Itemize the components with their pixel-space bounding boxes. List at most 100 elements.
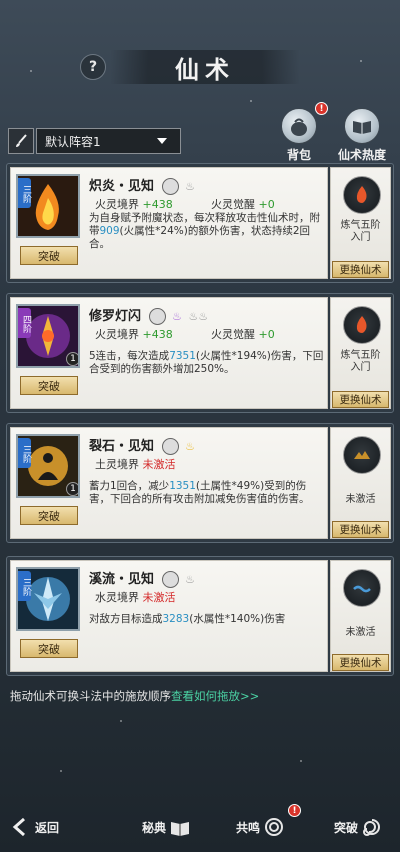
desc-number: 909: [99, 225, 120, 237]
desc-text: 5连击，每次造成: [89, 350, 170, 362]
skill-card[interactable]: 四阶 1 突破 修罗灯闪 ♨ ♨♨ 火灵境界 +438 火灵觉醒 +0 5连击，…: [6, 293, 394, 413]
skill-card[interactable]: 三阶 突破 溪流・见知 ♨ 水灵境界 未激活 对敌方目标造成3283(水属性*1…: [6, 556, 394, 676]
realm-label: 水灵境界: [95, 591, 139, 604]
skill-card-side: 炼气五阶 入门 更换仙术: [330, 297, 391, 409]
skill-card-side: 未激活 更换仙术: [330, 560, 391, 672]
change-skill-button[interactable]: 更换仙术: [332, 654, 389, 671]
fire-element-icon: [343, 176, 381, 214]
yellow-flame-icon: ♨: [185, 440, 195, 453]
skill-name: 溪流・见知 ♨: [89, 568, 195, 588]
grade-tab: 三阶: [18, 571, 31, 601]
book-icon: [171, 822, 190, 836]
realm-value: 未激活: [142, 591, 176, 604]
resonance-label: 共鸣: [236, 820, 261, 835]
sparkle: [120, 720, 122, 722]
skill-name-text: 裂石・见知: [89, 439, 155, 454]
element-status: 炼气五阶 入门: [340, 350, 381, 373]
backpack-badge: !: [315, 102, 328, 115]
swirl-icon: [265, 818, 284, 836]
header: ? 仙术: [0, 40, 400, 90]
skill-name-text: 炽炎・见知: [89, 179, 155, 194]
desc-text: (水属性*140%)伤害: [189, 613, 286, 625]
desc-number: 3283: [162, 613, 190, 625]
realm-stat: 火灵境界 +438: [95, 326, 173, 342]
realm-value: 未激活: [142, 458, 176, 471]
awaken-stat: 火灵觉醒 +0: [211, 326, 275, 342]
backpack-label: 背包: [286, 148, 311, 162]
secret-book-label: 秘典: [142, 820, 167, 835]
sparkle: [250, 100, 252, 102]
seal-icon: [148, 308, 166, 325]
change-skill-button[interactable]: 更换仙术: [332, 521, 389, 538]
drag-hint: 拖动仙术可换斗法中的施放顺序查看如何拖放>>: [10, 688, 259, 704]
secret-book-button[interactable]: 秘典: [142, 816, 191, 838]
seal-icon: [161, 571, 179, 588]
awaken-label: 火灵觉醒: [211, 198, 255, 211]
brush-edit-button[interactable]: [8, 128, 34, 154]
seal-icon: [161, 178, 179, 195]
skill-description: 蓄力1回合，减少1351(土属性*49%)受到的伤害，下回合的所有攻击附加减免伤…: [89, 480, 324, 506]
realm-value: +438: [142, 198, 173, 211]
earth-element-icon: [343, 436, 381, 474]
desc-number: 7351: [169, 350, 196, 362]
title-banner: 仙术: [110, 50, 300, 84]
breakthrough-nav-button[interactable]: 突破: [334, 816, 383, 838]
water-element-icon: [343, 569, 381, 607]
skill-card[interactable]: 三阶 1 突破 裂石・见知 ♨ 土灵境界 未激活 蓄力1回合，减少1351(土属…: [6, 423, 394, 543]
skill-name: 炽炎・见知 ♨: [89, 175, 195, 195]
realm-label: 火灵境界: [95, 198, 139, 211]
skill-card-side: 未激活 更换仙术: [330, 427, 391, 539]
awaken-stat: 火灵觉醒 +0: [211, 196, 275, 212]
skill-description: 为自身赋予附魔状态，每次释放攻击性仙术时，附带909(火属性*24%)的额外伤害…: [89, 212, 324, 251]
skill-card-main: 三阶 突破 炽炎・见知 ♨ 火灵境界 +438 火灵觉醒 +0 为自身赋予附魔状…: [10, 167, 328, 279]
backpack-icon: [281, 108, 317, 144]
grade-tab: 三阶: [18, 178, 31, 208]
desc-text: 蓄力1回合，减少: [89, 480, 170, 492]
breakthrough-nav-label: 突破: [334, 820, 359, 835]
awaken-value: +0: [258, 328, 275, 341]
count-badge: 1: [66, 482, 78, 496]
sparkle: [60, 770, 62, 772]
skill-icon-box: 三阶 1: [16, 434, 80, 498]
realm-label: 火灵境界: [95, 328, 139, 341]
how-to-drag-link[interactable]: 查看如何拖放>>: [171, 689, 259, 703]
sparkle: [300, 760, 302, 762]
lineup-select[interactable]: 默认阵容1: [36, 128, 181, 154]
breakthrough-button[interactable]: 突破: [20, 506, 78, 525]
skill-popularity-button[interactable]: 仙术热度: [336, 108, 388, 163]
page-title: 仙术: [175, 54, 235, 84]
spiral-icon: [363, 819, 381, 836]
realm-stat: 土灵境界 未激活: [95, 456, 176, 472]
flame-small-icon: ♨: [185, 180, 195, 193]
flame-small-icon: ♨♨: [188, 310, 209, 323]
purple-flame-icon: ♨: [172, 310, 182, 323]
desc-text: 对敌方目标造成: [89, 613, 163, 625]
desc-number: 1351: [169, 480, 196, 492]
element-status: 炼气五阶 入门: [340, 220, 381, 243]
skill-popularity-label: 仙术热度: [337, 148, 386, 162]
skill-card[interactable]: 三阶 突破 炽炎・见知 ♨ 火灵境界 +438 火灵觉醒 +0 为自身赋予附魔状…: [6, 163, 394, 283]
flame-small-icon: ♨: [185, 573, 195, 586]
change-skill-button[interactable]: 更换仙术: [332, 391, 389, 408]
breakthrough-button[interactable]: 突破: [20, 246, 78, 265]
brush-icon: [16, 134, 27, 147]
resonance-button[interactable]: 共鸣 !: [236, 804, 301, 838]
lineup-select-value: 默认阵容1: [45, 134, 101, 149]
breakthrough-button[interactable]: 突破: [20, 639, 78, 658]
resonance-badge: !: [288, 804, 301, 817]
fire-element-icon: [343, 306, 381, 344]
change-skill-button[interactable]: 更换仙术: [332, 261, 389, 278]
bottom-nav: 返回 秘典 共鸣 ! 突破: [0, 804, 400, 852]
skill-name: 修罗灯闪 ♨ ♨♨: [89, 305, 208, 325]
realm-stat: 水灵境界 未激活: [95, 589, 176, 605]
back-button[interactable]: 返回: [10, 816, 59, 838]
breakthrough-button[interactable]: 突破: [20, 376, 78, 395]
seal-icon: [161, 438, 179, 455]
help-button[interactable]: ?: [80, 54, 106, 80]
realm-value: +438: [142, 328, 173, 341]
back-label: 返回: [35, 820, 60, 835]
backpack-button[interactable]: 背包 !: [273, 102, 328, 163]
skill-name-text: 溪流・见知: [89, 572, 155, 587]
grade-tab: 四阶: [18, 308, 31, 338]
realm-stat: 火灵境界 +438: [95, 196, 173, 212]
